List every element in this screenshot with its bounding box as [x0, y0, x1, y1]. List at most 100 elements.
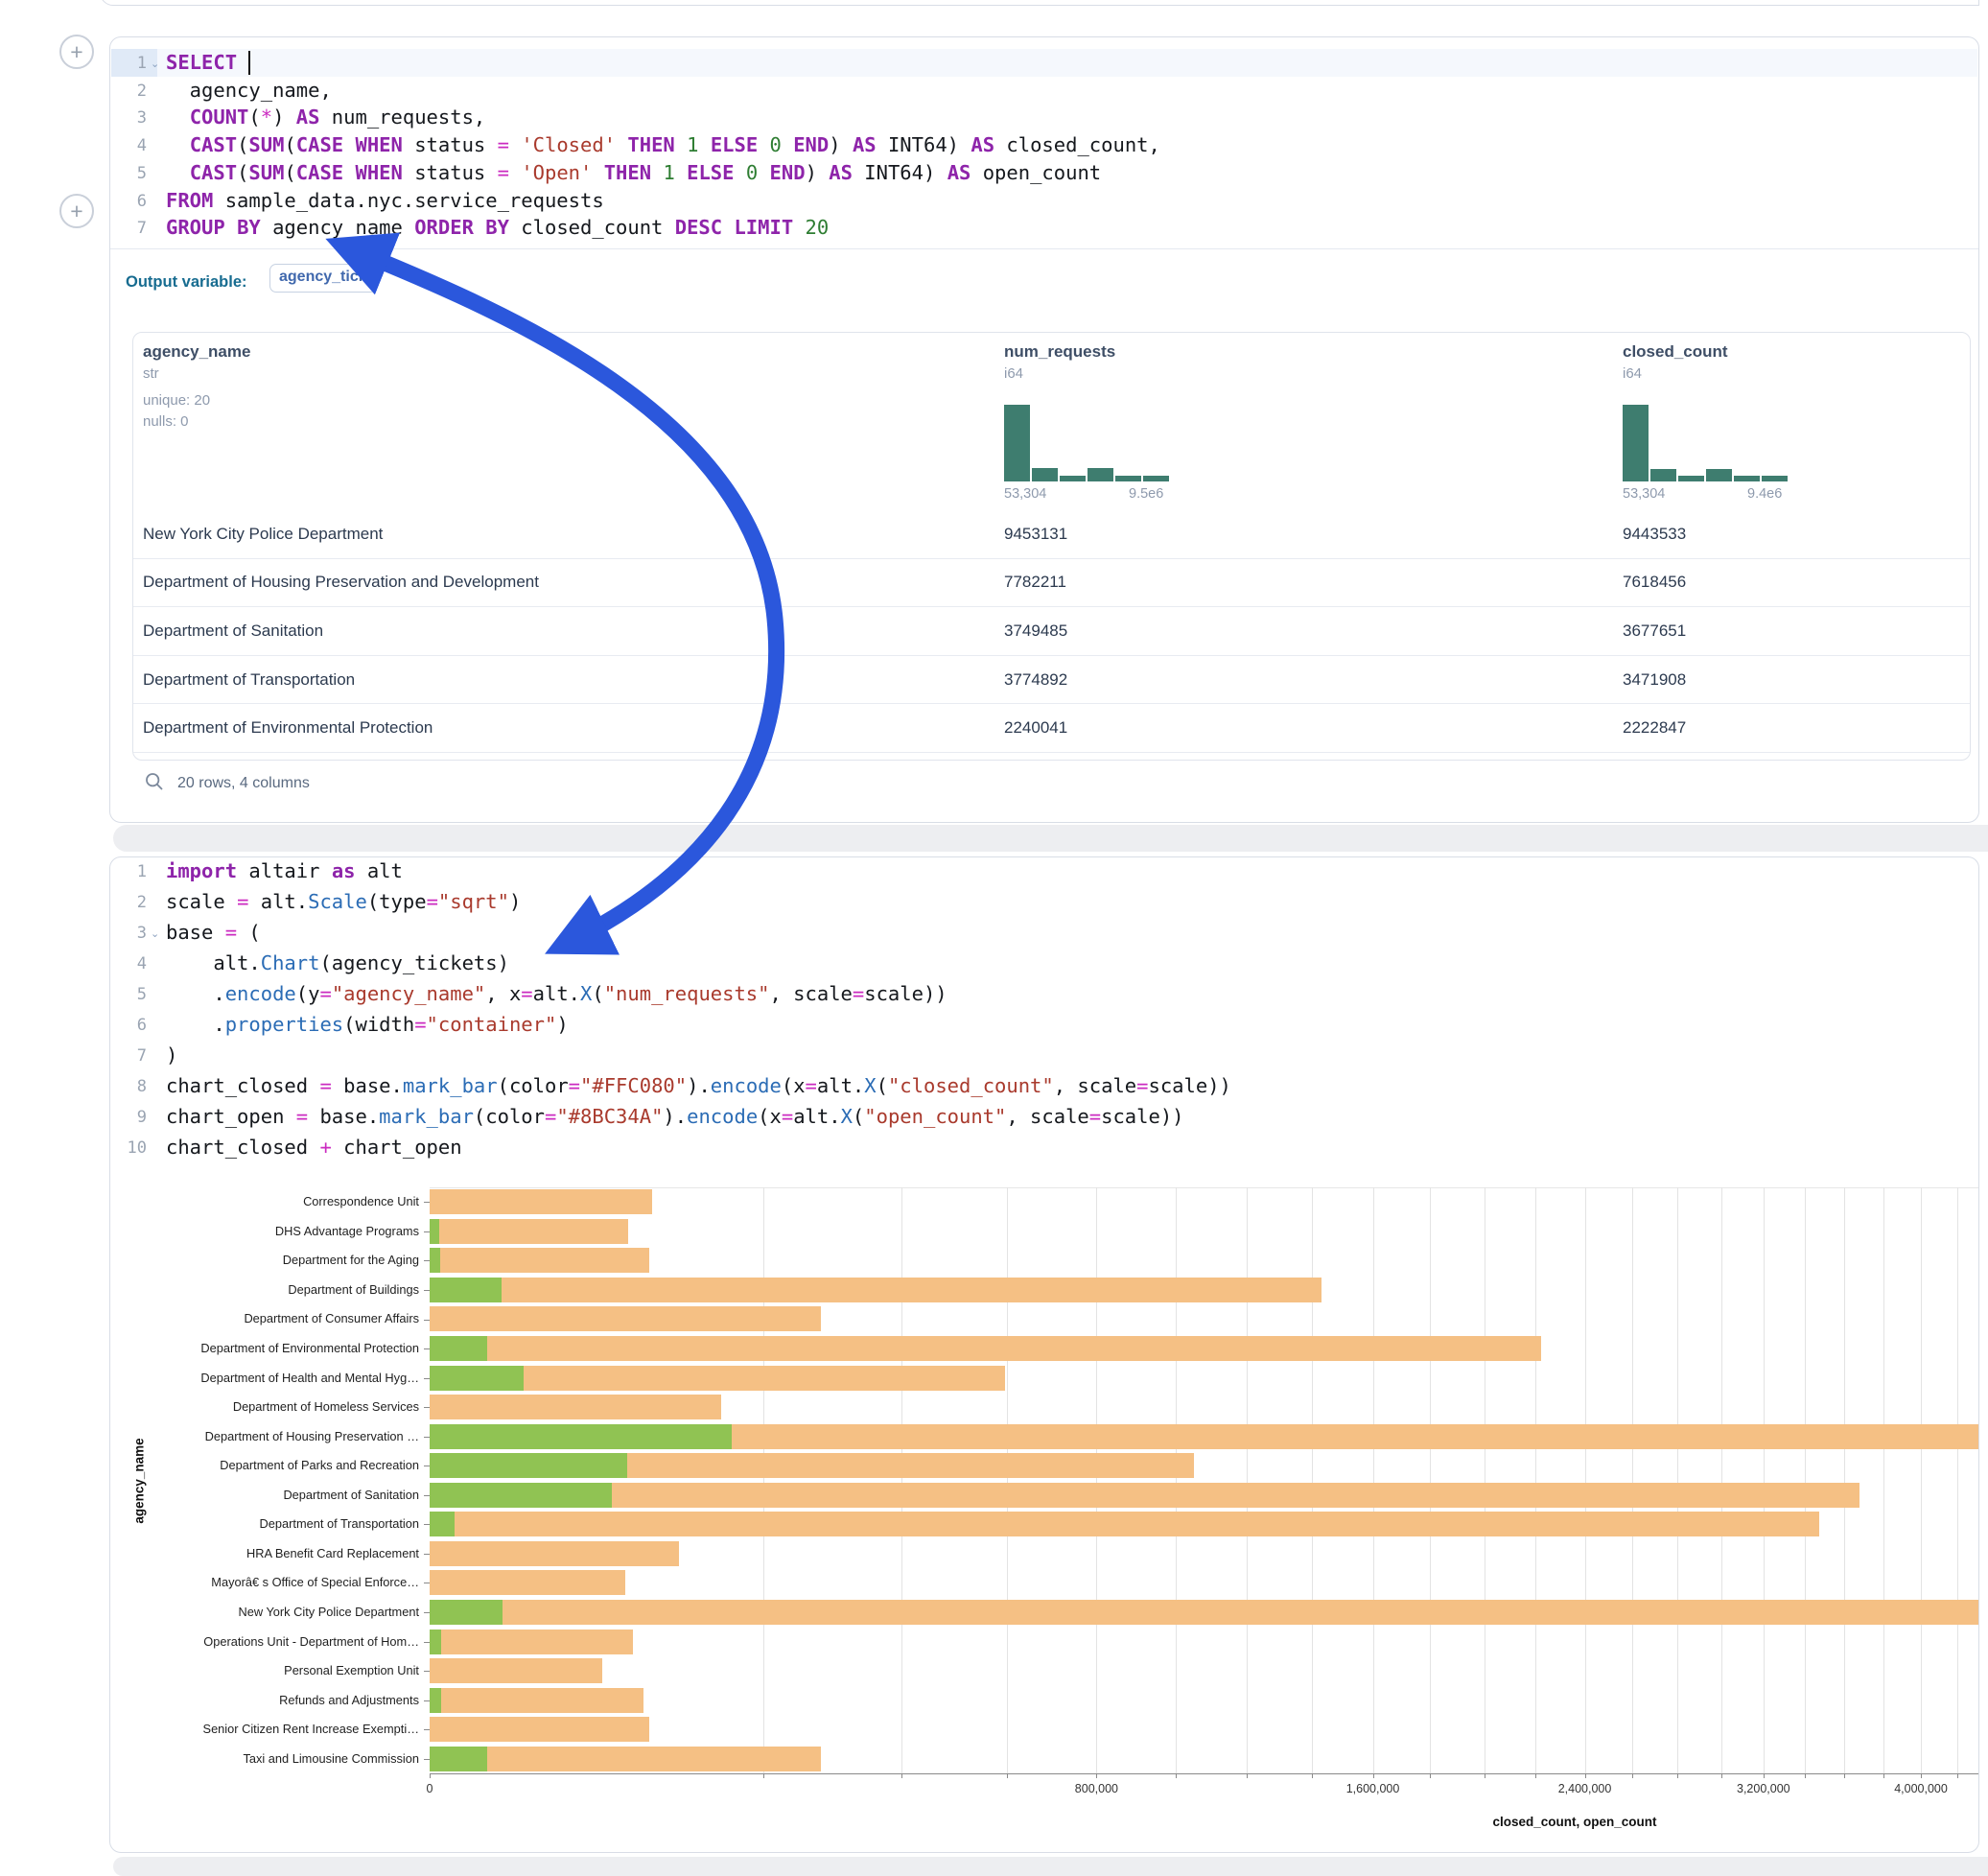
column-histogram[interactable]	[1004, 405, 1169, 481]
y-tick	[424, 1231, 430, 1232]
column-type: i64	[1004, 365, 1023, 382]
y-axis-label: Department for the Aging	[112, 1253, 419, 1267]
y-axis-label: Operations Unit - Department of Hom…	[112, 1634, 419, 1649]
x-gridline	[1312, 1187, 1313, 1773]
code-line[interactable]: SELECT	[166, 51, 1975, 74]
search-icon[interactable]	[145, 772, 164, 791]
y-tick	[424, 1407, 430, 1408]
bar-closed_count[interactable]	[430, 1747, 821, 1771]
bar-open_count[interactable]	[430, 1219, 439, 1244]
add-cell-button-output[interactable]: +	[59, 194, 94, 228]
bar-closed_count[interactable]	[430, 1688, 643, 1713]
plot-top-border	[430, 1187, 1979, 1188]
x-gridline	[1957, 1187, 1958, 1773]
y-tick	[424, 1495, 430, 1496]
code-line[interactable]: agency_name,	[166, 79, 1975, 102]
bar-closed_count[interactable]	[430, 1630, 633, 1654]
code-line[interactable]: FROM sample_data.nyc.service_requests	[166, 189, 1975, 212]
table-cell: Department of Transportation	[143, 670, 355, 690]
histogram-min-label: 53,304	[1623, 486, 1665, 502]
bar-closed_count[interactable]	[430, 1248, 649, 1273]
y-axis-label: Department of Health and Mental Hyg…	[112, 1371, 419, 1385]
bar-closed_count[interactable]	[430, 1306, 821, 1331]
bar-closed_count[interactable]	[430, 1512, 1819, 1536]
table-cell: Department of Sanitation	[143, 621, 323, 641]
column-name: closed_count	[1623, 342, 1728, 362]
bar-closed_count[interactable]	[430, 1189, 652, 1214]
bar-closed_count[interactable]	[430, 1278, 1321, 1302]
x-gridline	[1247, 1187, 1248, 1773]
x-axis-label: 4,000,000	[1894, 1782, 1948, 1795]
table-cell: 7618456	[1623, 573, 1686, 592]
line-number: 7	[110, 219, 147, 238]
table-cell: 3471908	[1623, 670, 1686, 690]
code-line[interactable]: COUNT(*) AS num_requests,	[166, 106, 1975, 129]
bar-open_count[interactable]	[430, 1453, 627, 1478]
x-gridline	[1373, 1187, 1374, 1773]
cell-gap-band	[113, 825, 1988, 852]
x-gridline	[1535, 1187, 1536, 1773]
x-gridline	[1096, 1187, 1097, 1773]
column-type: i64	[1623, 365, 1642, 382]
bar-closed_count[interactable]	[430, 1336, 1541, 1361]
add-cell-button-top[interactable]: +	[59, 35, 94, 69]
output-variable-chip[interactable]: agency_tickets	[269, 264, 377, 293]
x-gridline	[763, 1187, 764, 1773]
fold-chevron-icon[interactable]: ⌄	[151, 58, 159, 70]
column-histogram[interactable]	[1623, 405, 1788, 481]
column-stat: nulls: 0	[143, 413, 189, 430]
code-line[interactable]: CAST(SUM(CASE WHEN status = 'Open' THEN …	[166, 161, 1975, 184]
bar-closed_count[interactable]	[430, 1570, 625, 1595]
table-cell: Department of Housing Preservation and D…	[143, 573, 539, 592]
bar-open_count[interactable]	[430, 1630, 441, 1654]
bar-open_count[interactable]	[430, 1600, 503, 1625]
y-axis-label: Department of Housing Preservation …	[112, 1429, 419, 1443]
table-cell: 2222847	[1623, 718, 1686, 738]
bottom-gap-band	[113, 1857, 1988, 1876]
bar-closed_count[interactable]	[430, 1658, 602, 1683]
x-axis-label: 2,400,000	[1558, 1782, 1612, 1795]
sql-cell-card: 1⌄SELECT 2 agency_name,3 COUNT(*) AS num…	[109, 36, 1979, 823]
column-name: num_requests	[1004, 342, 1115, 362]
y-tick	[424, 1554, 430, 1555]
x-axis-label: 800,000	[1075, 1782, 1118, 1795]
y-axis-label: New York City Police Department	[112, 1605, 419, 1619]
y-tick	[424, 1671, 430, 1672]
bar-closed_count[interactable]	[430, 1219, 628, 1244]
bar-open_count[interactable]	[430, 1366, 524, 1391]
y-axis-label: Department of Environmental Protection	[112, 1341, 419, 1355]
bar-open_count[interactable]	[430, 1336, 487, 1361]
code-line[interactable]: CAST(SUM(CASE WHEN status = 'Closed' THE…	[166, 133, 1975, 156]
bar-closed_count[interactable]	[430, 1395, 721, 1419]
table-cell: Department of Environmental Protection	[143, 718, 433, 738]
x-gridline	[1805, 1187, 1806, 1773]
y-tick	[424, 1437, 430, 1438]
column-type: str	[143, 365, 159, 382]
line-number: 3	[110, 108, 147, 128]
bar-open_count[interactable]	[430, 1747, 487, 1771]
y-axis-label: HRA Benefit Card Replacement	[112, 1546, 419, 1560]
x-axis-title: closed_count, open_count	[1492, 1815, 1656, 1829]
bar-open_count[interactable]	[430, 1483, 612, 1508]
bar-closed_count[interactable]	[430, 1600, 1979, 1625]
code-line[interactable]: GROUP BY agency_name ORDER BY closed_cou…	[166, 216, 1975, 239]
bar-closed_count[interactable]	[430, 1717, 649, 1742]
line-number: 2	[110, 82, 147, 101]
x-gridline	[1844, 1187, 1845, 1773]
y-tick	[424, 1612, 430, 1613]
y-tick	[424, 1290, 430, 1291]
bar-open_count[interactable]	[430, 1248, 440, 1273]
table-row: New York City Police Department945313194…	[133, 510, 1970, 559]
y-axis-label: Department of Buildings	[112, 1282, 419, 1297]
bar-closed_count[interactable]	[430, 1483, 1859, 1508]
line-number: 5	[110, 164, 147, 183]
y-tick	[424, 1348, 430, 1349]
column-stat: unique: 20	[143, 392, 210, 409]
bar-open_count[interactable]	[430, 1424, 732, 1449]
histogram-min-label: 53,304	[1004, 486, 1046, 502]
bar-open_count[interactable]	[430, 1512, 455, 1536]
bar-closed_count[interactable]	[430, 1541, 679, 1566]
bar-open_count[interactable]	[430, 1688, 441, 1713]
bar-open_count[interactable]	[430, 1278, 502, 1302]
y-tick	[424, 1524, 430, 1525]
